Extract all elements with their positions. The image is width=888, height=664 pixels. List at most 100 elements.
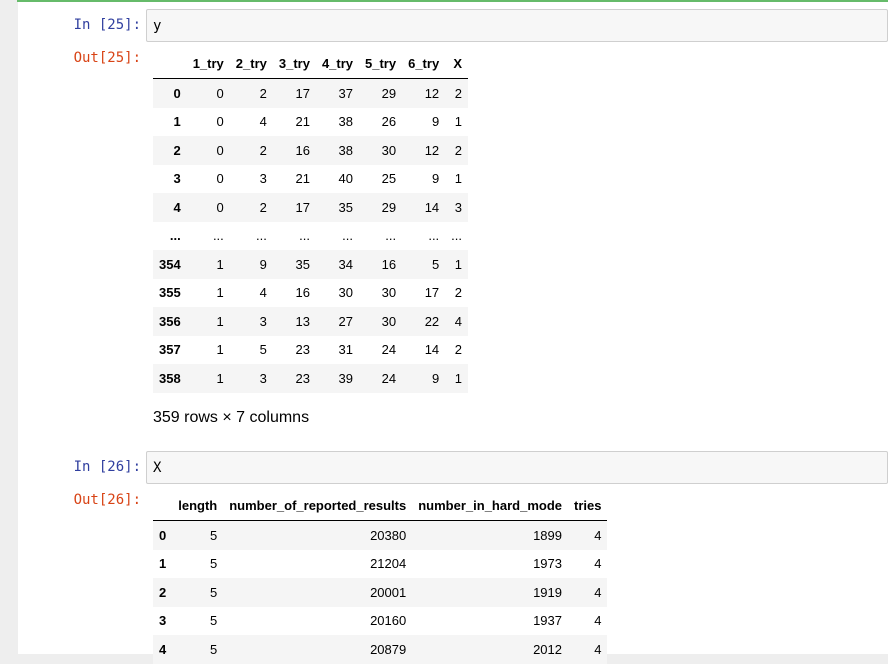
table-cell: ... — [256, 228, 267, 244]
row-index: 355 — [159, 285, 181, 301]
table-cell: 1899 — [533, 527, 562, 543]
table-cell: 12 — [424, 85, 440, 101]
table-cell: 1919 — [533, 584, 562, 600]
table-cell: 26 — [381, 114, 397, 130]
row-index: 0 — [173, 85, 181, 101]
table-cell: 3 — [259, 171, 267, 187]
selected-cell-indicator — [17, 0, 888, 2]
row-index: 1 — [173, 114, 181, 130]
table-cell: 0 — [216, 199, 224, 215]
table-cell: 24 — [381, 342, 397, 358]
table-cell: 23 — [295, 342, 310, 358]
table-cell: 4 — [594, 613, 602, 629]
table-cell: 29 — [381, 199, 397, 215]
table-cell: ... — [342, 228, 354, 244]
table-cell: 0 — [216, 142, 224, 158]
table-cell: 16 — [295, 285, 310, 301]
table-cell: 12 — [424, 142, 440, 158]
table-cell: 38 — [338, 114, 354, 130]
table-cell: 2012 — [533, 641, 562, 657]
row-index: ... — [169, 228, 181, 244]
table-cell: 2 — [259, 199, 267, 215]
table-row: 4 0 2 17 35 29 14 3 — [153, 193, 469, 222]
table-row: 1 0 4 21 38 26 9 1 — [153, 107, 469, 136]
column-header: tries — [568, 490, 608, 521]
table-cell: 17 — [424, 285, 440, 301]
table-cell: 23 — [295, 370, 310, 386]
table-cell: 5 — [210, 613, 218, 629]
row-index: 356 — [159, 313, 181, 329]
table-cell: 13 — [295, 313, 310, 329]
table-cell: 5 — [210, 527, 218, 543]
output-prompt-25: Out[25]: — [73, 50, 141, 66]
table-cell: 2 — [454, 85, 463, 101]
table-row: 356 1 3 13 27 30 22 4 — [153, 307, 469, 336]
table-cell: 1 — [216, 285, 224, 301]
row-index: 3 — [159, 613, 167, 629]
dataframe-y: 1_try 2_try 3_try 4_try 5_try 6_try X 0 0 2 17 37 2… — [153, 48, 469, 393]
table-cell: 0 — [216, 85, 224, 101]
table-cell: 39 — [338, 370, 354, 386]
table-cell: ... — [299, 228, 310, 244]
table-cell: 4 — [594, 584, 602, 600]
table-cell: 2 — [259, 85, 267, 101]
table-cell: 1 — [454, 114, 463, 130]
row-index: 354 — [159, 256, 181, 272]
table-cell: 30 — [338, 285, 354, 301]
row-index: 2 — [173, 142, 181, 158]
code-cell-25[interactable]: y — [146, 9, 888, 42]
table-cell: 20160 — [370, 613, 407, 629]
table-row: 2 0 2 16 38 30 12 2 — [153, 136, 469, 165]
table-cell: 21 — [295, 114, 310, 130]
table-cell: 22 — [424, 313, 440, 329]
table-cell: 0 — [216, 114, 224, 130]
row-index: 1 — [159, 556, 167, 572]
table-cell: 17 — [295, 85, 310, 101]
table-cell: ... — [428, 228, 440, 244]
table-cell: 5 — [431, 256, 440, 272]
table-cell: 5 — [210, 584, 218, 600]
table-cell: ... — [451, 228, 463, 244]
table-cell: 5 — [210, 641, 218, 657]
table-cell: 31 — [338, 342, 354, 358]
table-cell: 2 — [454, 342, 463, 358]
table-row: 3 0 3 21 40 25 9 1 — [153, 164, 469, 193]
column-header: length — [172, 490, 224, 521]
table-cell: 2 — [259, 142, 267, 158]
column-header: number_of_reported_results — [223, 490, 413, 521]
index-header — [153, 490, 173, 521]
code-cell-26[interactable]: X — [146, 451, 888, 484]
table-cell: 9 — [431, 171, 440, 187]
table-cell: 2 — [454, 285, 463, 301]
table-row: 357 1 5 23 31 24 14 2 — [153, 335, 469, 364]
table-header-row: 1_try 2_try 3_try 4_try 5_try 6_try X — [153, 48, 469, 79]
column-header: number_in_hard_mode — [412, 490, 568, 521]
table-cell: 4 — [454, 313, 463, 329]
table-cell: 1 — [454, 171, 463, 187]
table-cell: 17 — [295, 199, 310, 215]
table-cell: 5 — [259, 342, 267, 358]
table-cell: 1 — [216, 370, 224, 386]
table-cell: 9 — [259, 256, 267, 272]
table-cell: 21 — [295, 171, 310, 187]
dataframe-x: length number_of_reported_results number_i… — [153, 490, 608, 664]
table-cell: 1 — [454, 370, 463, 386]
table-cell: 1 — [216, 313, 224, 329]
table-cell: 20879 — [370, 641, 407, 657]
column-header: 5_try — [359, 48, 403, 79]
table-row: 355 1 4 16 30 30 17 2 — [153, 278, 469, 307]
column-header: 6_try — [402, 48, 446, 79]
column-header: 2_try — [229, 48, 273, 79]
table-cell: 24 — [381, 370, 397, 386]
table-cell: 25 — [381, 171, 397, 187]
table-cell: 34 — [338, 256, 354, 272]
table-cell: 30 — [381, 142, 397, 158]
table-cell: 14 — [424, 342, 440, 358]
column-header: X — [445, 48, 469, 79]
row-index: 4 — [159, 641, 167, 657]
table-cell: 4 — [594, 641, 602, 657]
output-prompt-26: Out[26]: — [73, 492, 141, 508]
column-header: 1_try — [186, 48, 230, 79]
table-cell: 35 — [295, 256, 310, 272]
table-cell: 20380 — [370, 527, 407, 543]
